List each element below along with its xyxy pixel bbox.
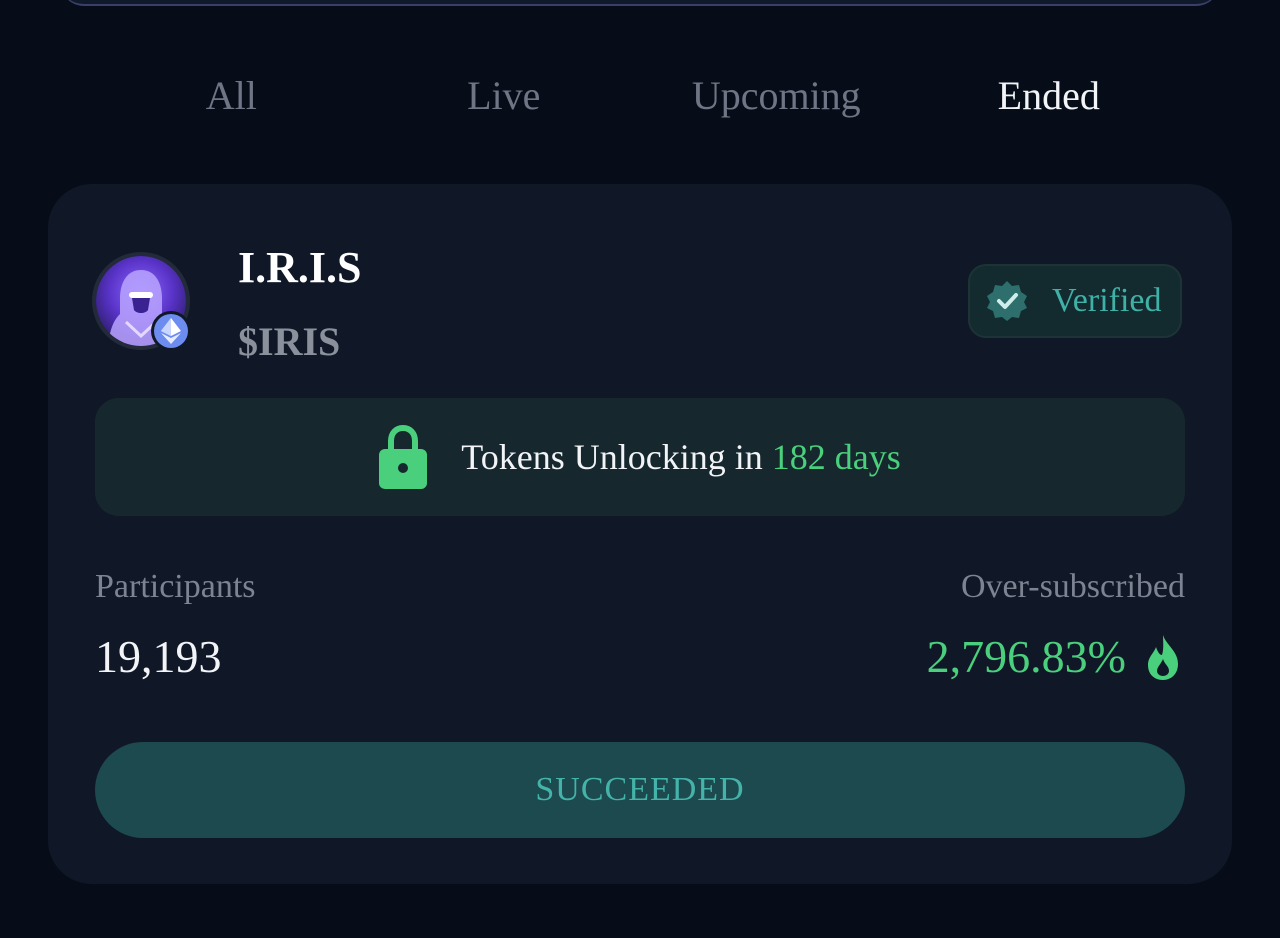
project-symbol: $IRIS — [238, 319, 341, 364]
ethereum-icon — [154, 314, 188, 348]
project-name: I.R.I.S — [238, 243, 362, 292]
tab-all[interactable]: All — [95, 60, 368, 130]
tab-ended[interactable]: Ended — [913, 60, 1186, 130]
previous-card-edge — [60, 0, 1220, 6]
verified-label: Verified — [1052, 282, 1162, 319]
oversubscribed-value: 2,796.83% — [926, 631, 1126, 682]
lock-icon — [379, 425, 428, 489]
oversubscribed-value-group: 2,796.83% — [927, 630, 1182, 683]
unlock-banner: Tokens Unlocking in 182 days — [95, 398, 1185, 516]
tab-upcoming[interactable]: Upcoming — [640, 60, 913, 130]
tab-live[interactable]: Live — [368, 60, 641, 130]
unlock-days: 182 days — [771, 437, 901, 477]
verified-check-icon — [987, 281, 1027, 321]
participants-label: Participants — [95, 568, 256, 605]
unlock-prefix: Tokens Unlocking in — [461, 437, 772, 477]
launchpad-tabs: All Live Upcoming Ended — [95, 60, 1185, 130]
project-card[interactable]: I.R.I.S $IRIS Verified Tokens Unlocking … — [48, 184, 1232, 884]
oversubscribed-label: Over-subscribed — [960, 568, 1185, 605]
status-succeeded-button[interactable]: SUCCEEDED — [95, 742, 1185, 838]
flame-icon — [1148, 634, 1178, 680]
unlock-text: Tokens Unlocking in 182 days — [461, 436, 900, 478]
participants-value: 19,193 — [95, 631, 222, 682]
verified-badge: Verified — [968, 264, 1182, 338]
